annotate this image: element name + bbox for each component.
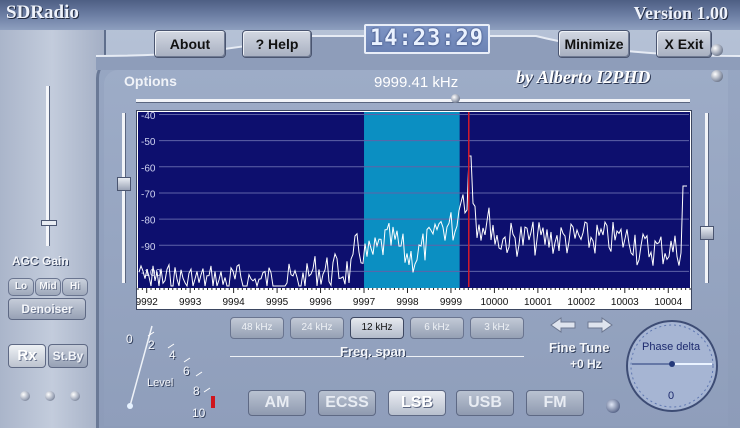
options-menu[interactable]: Options: [124, 73, 177, 89]
freq-label: 9998: [396, 297, 419, 308]
fine-tune-value: +0 Hz: [570, 357, 602, 371]
freq-label: 10000: [481, 297, 509, 308]
clock-time: 14:23:29: [370, 26, 484, 51]
indicator-dot-1: [20, 391, 30, 401]
right-level-slider[interactable]: [700, 113, 714, 283]
level-tick-2: 2: [148, 338, 155, 352]
denoiser-button[interactable]: Denoiser: [8, 298, 86, 320]
phase-delta-label: Phase delta: [642, 341, 701, 353]
freq-label: 10004: [654, 297, 682, 308]
tuning-slider[interactable]: [136, 94, 690, 103]
clock-display: 14:23:29: [364, 24, 490, 54]
indicator-dot-2: [45, 391, 55, 401]
freq-span-label: Freq. span: [340, 344, 406, 359]
frequency-readout: 9999.41 kHz: [374, 74, 459, 91]
window-knob-bottom: [711, 70, 723, 82]
span-button-6khz[interactable]: 6 kHz: [410, 317, 464, 339]
author-byline: by Alberto I2PHD: [516, 67, 651, 87]
level-label: Level: [147, 377, 174, 389]
freq-label: 9993: [179, 297, 202, 308]
mode-button-am[interactable]: AM: [248, 390, 306, 416]
help-button[interactable]: ? Help: [242, 30, 312, 58]
mode-button-ecss[interactable]: ECSS: [318, 390, 376, 416]
span-button-24khz[interactable]: 24 kHz: [290, 317, 344, 339]
db-label: -90: [141, 242, 156, 253]
agc-lo-button[interactable]: Lo: [8, 278, 34, 296]
fine-tune-right-arrow-icon[interactable]: [586, 317, 614, 333]
freq-label: 10003: [611, 297, 639, 308]
agc-mid-button[interactable]: Mid: [35, 278, 61, 296]
indicator-dot-3: [70, 391, 80, 401]
phase-delta-value: 0: [668, 390, 675, 402]
spectrum-display[interactable]: -40 -50 -60 -70 -80 -90 -100 9992 9993 9994 9995 99…: [136, 110, 692, 310]
spectrum-plot: -40-50-60-70-80-90-1009992 9993 9994 9995 99…: [137, 111, 691, 308]
agc-gain-label: AGC Gain: [12, 254, 69, 268]
freq-label: 10002: [567, 297, 595, 308]
freq-label: 10001: [524, 297, 552, 308]
level-tick-8: 8: [193, 384, 200, 398]
freq-label: 9994: [222, 297, 245, 308]
right-level-thumb[interactable]: [700, 226, 714, 240]
mode-button-usb[interactable]: USB: [456, 390, 514, 416]
db-label: -40: [141, 111, 156, 122]
freq-label: 9999: [440, 297, 463, 308]
freq-label: 9995: [266, 297, 289, 308]
level-meter: [127, 325, 215, 409]
db-label: -70: [141, 189, 156, 200]
db-label: -80: [141, 216, 156, 227]
agc-hi-button[interactable]: Hi: [62, 278, 88, 296]
span-button-12khz[interactable]: 12 kHz: [350, 317, 404, 339]
sdradio-window: SDRadio Version 1.00 About ? Help Minimi…: [0, 0, 740, 428]
app-title: SDRadio: [6, 2, 79, 23]
level-tick-6: 6: [183, 364, 190, 378]
rx-button[interactable]: Rx: [8, 344, 46, 368]
level-tick-4: 4: [169, 348, 176, 362]
span-button-3khz[interactable]: 3 kHz: [470, 317, 524, 339]
level-tick-0: 0: [126, 332, 133, 346]
fine-tune-left-arrow-icon[interactable]: [549, 317, 577, 333]
mode-button-fm[interactable]: FM: [526, 390, 584, 416]
left-panel: [0, 30, 106, 428]
left-level-slider[interactable]: [117, 113, 131, 283]
freq-label: 9992: [137, 297, 158, 308]
left-level-thumb[interactable]: [117, 177, 131, 191]
db-label: -50: [141, 137, 156, 148]
mode-knob-icon[interactable]: [606, 399, 620, 413]
mode-button-lsb[interactable]: LSB: [388, 390, 446, 416]
fine-tune-label: Fine Tune: [549, 340, 610, 355]
window-knob-top: [711, 44, 723, 56]
version-label: Version 1.00: [633, 3, 728, 23]
freq-label: 9996: [309, 297, 332, 308]
standby-button[interactable]: St.By: [48, 344, 88, 368]
tuning-slider-thumb[interactable]: [451, 94, 460, 103]
exit-button[interactable]: X Exit: [656, 30, 712, 58]
freq-label: 9997: [353, 297, 376, 308]
about-button[interactable]: About: [154, 30, 226, 58]
minimize-button[interactable]: Minimize: [558, 30, 630, 58]
db-label: -60: [141, 163, 156, 174]
level-tick-10: 10: [192, 406, 206, 420]
span-button-48khz[interactable]: 48 kHz: [230, 317, 284, 339]
agc-gain-thumb[interactable]: [41, 220, 57, 226]
